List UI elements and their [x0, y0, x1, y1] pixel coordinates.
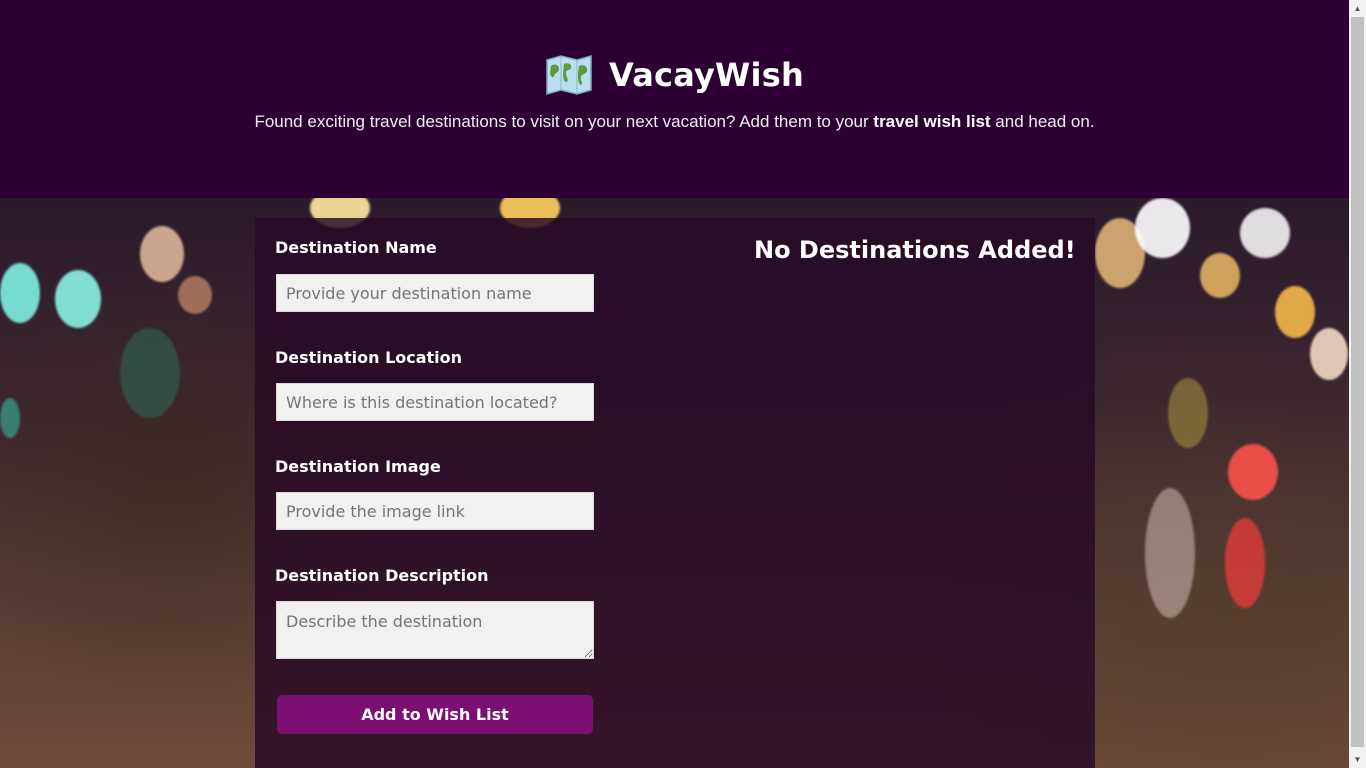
destination-location-input[interactable] [276, 383, 594, 421]
world-map-icon [546, 55, 592, 95]
destination-image-label: Destination Image [275, 457, 441, 476]
destination-image-input[interactable] [276, 492, 594, 530]
add-to-wish-list-button[interactable]: Add to Wish List [277, 695, 593, 734]
destination-description-textarea[interactable] [276, 601, 594, 659]
empty-wishlist-message: No Destinations Added! [754, 236, 1076, 264]
tagline-emphasis: travel wish list [873, 112, 991, 131]
destination-location-label: Destination Location [275, 348, 463, 367]
destination-name-label: Destination Name [275, 238, 437, 257]
vertical-scrollbar[interactable]: ▲ ▼ [1349, 0, 1366, 768]
tagline-text-end: and head on. [990, 112, 1095, 131]
tagline: Found exciting travel destinations to vi… [0, 112, 1349, 132]
destination-description-label: Destination Description [275, 566, 489, 585]
brand: VacayWish [0, 54, 1349, 96]
app-title: VacayWish [609, 56, 804, 94]
destination-name-input[interactable] [276, 274, 594, 312]
scrollbar-thumb[interactable] [1351, 17, 1364, 747]
scroll-down-arrow-icon[interactable]: ▼ [1349, 751, 1366, 768]
scroll-up-arrow-icon[interactable]: ▲ [1349, 0, 1366, 17]
tagline-text-start: Found exciting travel destinations to vi… [254, 112, 874, 131]
main-panel: Destination Name Destination Location De… [255, 218, 1095, 768]
page-header: VacayWish Found exciting travel destinat… [0, 0, 1349, 198]
